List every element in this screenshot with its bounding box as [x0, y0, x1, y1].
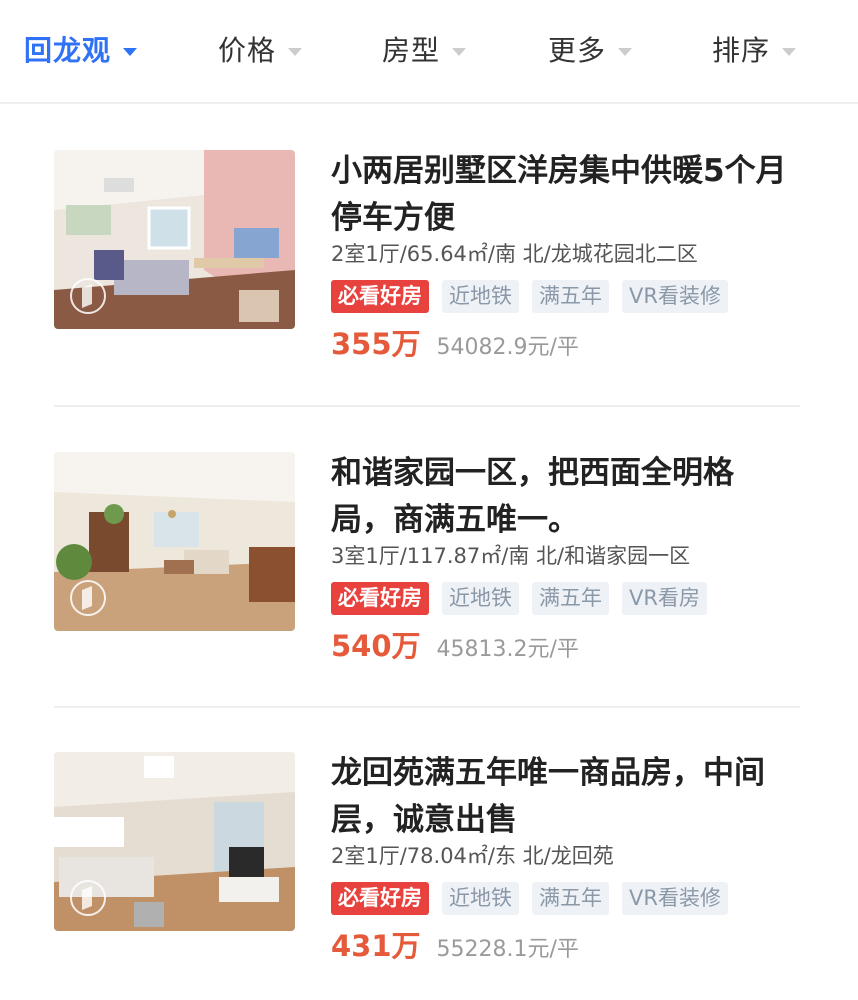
listing-meta: 3室1厅/117.87㎡/南 北/和谐家园一区	[331, 544, 691, 568]
listing-price: 431万 55228.1元/平	[331, 926, 579, 966]
listing-tags: 必看好房 近地铁 满五年 VR看装修	[331, 882, 741, 916]
tag-vr: VR看房	[622, 582, 707, 615]
listing-tags: 必看好房 近地铁 满五年 VR看装修	[331, 280, 741, 314]
tag-near-subway: 近地铁	[442, 582, 519, 615]
listing-card[interactable]: 龙回苑满五年唯一商品房，中间层，诚意出售 2室1厅/78.04㎡/东 北/龙回苑…	[54, 750, 800, 963]
filter-more[interactable]: 更多	[548, 30, 633, 72]
listing-card[interactable]: 和谐家园一区，把西面全明格局，商满五唯一。 3室1厅/117.87㎡/南 北/和…	[54, 450, 800, 663]
caret-down-icon	[123, 48, 138, 56]
tag-five-years: 满五年	[532, 882, 609, 915]
caret-down-icon	[782, 48, 797, 56]
unit-price: 54082.9元/平	[436, 335, 579, 360]
total-price: 355万	[331, 327, 421, 361]
listing-photo[interactable]	[54, 150, 295, 329]
filter-more-label: 更多	[548, 34, 607, 67]
tag-vr: VR看装修	[622, 280, 728, 313]
listing-title: 龙回苑满五年唯一商品房，中间层，诚意出售	[331, 755, 765, 838]
filter-district[interactable]: 回龙观	[24, 30, 138, 72]
unit-price: 45813.2元/平	[436, 637, 579, 662]
listing-price: 355万 54082.9元/平	[331, 324, 579, 364]
listing-title: 和谐家园一区，把西面全明格局，商满五唯一。	[331, 455, 734, 538]
tag-near-subway: 近地铁	[442, 882, 519, 915]
tag-must-see: 必看好房	[331, 882, 429, 915]
divider	[54, 706, 800, 708]
caret-down-icon	[618, 48, 633, 56]
tag-five-years: 满五年	[532, 582, 609, 615]
tag-must-see: 必看好房	[331, 582, 429, 615]
divider	[54, 405, 800, 407]
tag-five-years: 满五年	[532, 280, 609, 313]
filter-room-type[interactable]: 房型	[382, 30, 467, 72]
tag-vr: VR看装修	[622, 882, 728, 915]
filter-room-type-label: 房型	[382, 34, 441, 67]
filter-sort[interactable]: 排序	[712, 30, 797, 72]
filter-district-label: 回龙观	[24, 34, 112, 67]
filter-bar: 回龙观 价格 房型 更多 排序	[0, 0, 858, 104]
listing-card[interactable]: 小两居别墅区洋房集中供暖5个月停车方便 2室1厅/65.64㎡/南 北/龙城花园…	[54, 148, 800, 361]
caret-down-icon	[288, 48, 303, 56]
listing-tags: 必看好房 近地铁 满五年 VR看房	[331, 582, 720, 616]
listing-photo[interactable]	[54, 752, 295, 931]
tag-must-see: 必看好房	[331, 280, 429, 313]
filter-price[interactable]: 价格	[218, 30, 303, 72]
tag-near-subway: 近地铁	[442, 280, 519, 313]
listing-photo[interactable]	[54, 452, 295, 631]
total-price: 431万	[331, 929, 421, 963]
filter-sort-label: 排序	[712, 34, 771, 67]
total-price: 540万	[331, 629, 421, 663]
listing-meta: 2室1厅/78.04㎡/东 北/龙回苑	[331, 844, 614, 868]
listing-price: 540万 45813.2元/平	[331, 626, 579, 666]
unit-price: 55228.1元/平	[436, 937, 579, 962]
caret-down-icon	[452, 48, 467, 56]
listing-meta: 2室1厅/65.64㎡/南 北/龙城花园北二区	[331, 242, 698, 266]
listing-title: 小两居别墅区洋房集中供暖5个月停车方便	[331, 153, 787, 236]
filter-price-label: 价格	[218, 34, 277, 67]
